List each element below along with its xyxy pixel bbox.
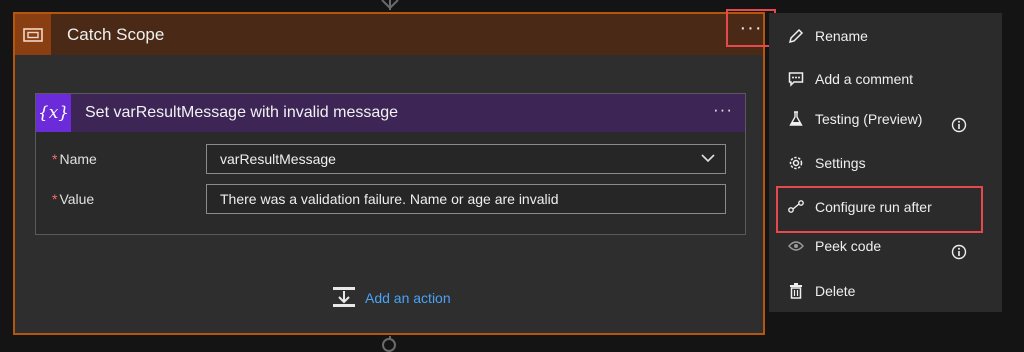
menu-item-label: Add a comment	[815, 71, 914, 87]
configure-run-after-highlight	[776, 186, 983, 233]
menu-item-add-comment[interactable]: Add a comment	[787, 67, 913, 91]
value-label-text: Value	[59, 191, 95, 207]
scope-header[interactable]: Catch Scope ···	[15, 9, 776, 55]
add-an-action-label: Add an action	[365, 290, 451, 306]
trash-icon	[787, 282, 805, 300]
name-field-label: * Name	[52, 151, 97, 167]
value-input-text: There was a validation failure. Name or …	[220, 191, 559, 207]
set-variable-action-card: {x} Set varResultMessage with invalid me…	[35, 93, 746, 235]
context-menu: Rename Add a comment Testing (Preview) S…	[769, 13, 1002, 312]
menu-item-delete[interactable]: Delete	[787, 279, 855, 303]
variable-icon: {x}	[36, 94, 71, 132]
scope-title: Catch Scope	[67, 24, 165, 44]
menu-item-testing-preview[interactable]: Testing (Preview)	[787, 107, 922, 131]
info-icon[interactable]	[951, 117, 967, 133]
menu-item-label: Settings	[815, 155, 866, 171]
eye-icon	[787, 237, 805, 255]
action-title: Set varResultMessage with invalid messag…	[85, 104, 399, 121]
value-field-label: * Value	[52, 191, 94, 207]
menu-item-label: Peek code	[815, 238, 882, 254]
comment-icon	[787, 70, 805, 88]
menu-item-rename[interactable]: Rename	[787, 24, 868, 48]
pencil-icon	[787, 27, 805, 45]
menu-item-label: Delete	[815, 283, 856, 299]
required-mark: *	[52, 151, 58, 167]
value-field-row: * Value There was a validation failure. N…	[36, 183, 745, 215]
add-action-icon	[333, 287, 355, 307]
name-field-row: * Name varResultMessage	[36, 143, 745, 175]
menu-item-label: Testing (Preview)	[815, 111, 923, 127]
action-header[interactable]: {x} Set varResultMessage with invalid me…	[36, 94, 745, 132]
flask-icon	[787, 110, 805, 128]
scope-icon	[15, 14, 51, 55]
catch-scope-card: Catch Scope ··· {x} Set varResultMessage…	[13, 9, 776, 335]
menu-item-settings[interactable]: Settings	[787, 151, 866, 175]
insert-step-circle-icon[interactable]	[382, 338, 396, 352]
value-input[interactable]: There was a validation failure. Name or …	[206, 184, 726, 214]
required-mark: *	[52, 191, 58, 207]
arrow-down-icon	[381, 0, 399, 10]
name-label-text: Name	[59, 151, 97, 167]
info-icon[interactable]	[951, 244, 967, 260]
gear-icon	[787, 154, 805, 172]
action-more-options-button[interactable]: ···	[713, 100, 733, 120]
name-dropdown-value: varResultMessage	[220, 151, 336, 167]
name-dropdown[interactable]: varResultMessage	[206, 144, 726, 174]
chevron-down-icon	[701, 154, 715, 163]
menu-item-peek-code[interactable]: Peek code	[787, 234, 881, 258]
add-an-action-button[interactable]: Add an action	[331, 285, 451, 311]
menu-item-label: Rename	[815, 28, 868, 44]
